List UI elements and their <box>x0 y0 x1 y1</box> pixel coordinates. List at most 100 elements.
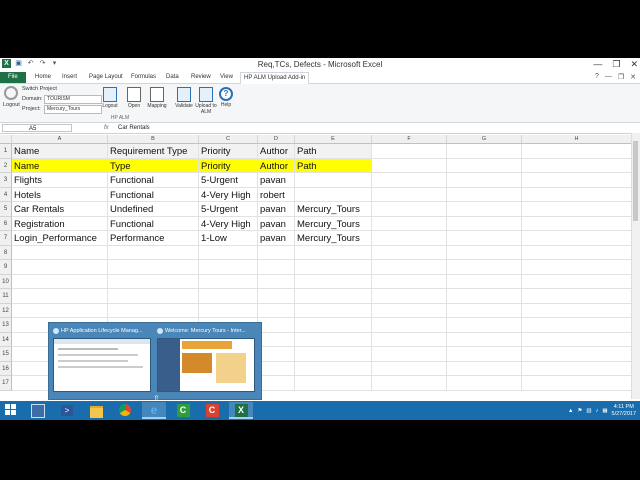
cell-f9[interactable] <box>372 260 447 275</box>
column-header-h[interactable]: H <box>522 135 632 144</box>
cell-c6[interactable]: 4-Very High <box>199 216 258 231</box>
column-header-b[interactable]: B <box>108 135 199 144</box>
cell-g12[interactable] <box>447 303 522 318</box>
cell-f4[interactable] <box>372 187 447 202</box>
row-header-1[interactable]: 1 <box>0 144 12 159</box>
cell-g14[interactable] <box>447 332 522 347</box>
cell-e4[interactable] <box>295 187 372 202</box>
cell-h4[interactable] <box>522 187 632 202</box>
minimize-button[interactable]: — <box>593 59 602 70</box>
cell-e1[interactable]: Path <box>295 144 372 159</box>
cell-h7[interactable] <box>522 231 632 246</box>
cell-f15[interactable] <box>372 347 447 362</box>
cell-d13[interactable] <box>258 318 295 333</box>
cell-e15[interactable] <box>295 347 372 362</box>
cell-d12[interactable] <box>258 303 295 318</box>
cell-b2[interactable]: Type <box>108 158 199 173</box>
row-header-2[interactable]: 2 <box>0 158 12 173</box>
cell-f2[interactable] <box>372 158 447 173</box>
vertical-scrollbar[interactable] <box>631 133 640 399</box>
cell-f8[interactable] <box>372 245 447 260</box>
cell-h9[interactable] <box>522 260 632 275</box>
row-header-7[interactable]: 7 <box>0 231 12 246</box>
cell-e9[interactable] <box>295 260 372 275</box>
row-header-15[interactable]: 15 <box>0 347 12 362</box>
cell-d17[interactable] <box>258 376 295 391</box>
cell-b8[interactable] <box>108 245 199 260</box>
tab-formulas[interactable]: Formulas <box>128 72 159 83</box>
cell-d3[interactable]: pavan <box>258 173 295 188</box>
network-icon[interactable]: ▥ <box>586 408 591 414</box>
cell-d11[interactable] <box>258 289 295 304</box>
cell-a7[interactable]: Login_Performance <box>12 231 108 246</box>
tab-data[interactable]: Data <box>163 72 182 83</box>
thumbnail-mercury-tours[interactable]: Welcome: Mercury Tours - Inter... <box>157 327 257 393</box>
cell-f6[interactable] <box>372 216 447 231</box>
tab-file[interactable]: File <box>0 72 26 83</box>
cell-a2[interactable]: Name <box>12 158 108 173</box>
cell-b9[interactable] <box>108 260 199 275</box>
cell-a1[interactable]: Name <box>12 144 108 159</box>
start-button[interactable] <box>5 404 17 416</box>
cell-d1[interactable]: Author <box>258 144 295 159</box>
cell-h10[interactable] <box>522 274 632 289</box>
cell-g11[interactable] <box>447 289 522 304</box>
row-header-9[interactable]: 9 <box>0 260 12 275</box>
row-header-11[interactable]: 11 <box>0 289 12 304</box>
cell-e6[interactable]: Mercury_Tours <box>295 216 372 231</box>
tab-insert[interactable]: Insert <box>59 72 80 83</box>
cell-c5[interactable]: 5-Urgent <box>199 202 258 217</box>
column-header-g[interactable]: G <box>447 135 522 144</box>
clock[interactable]: 4:11 PM 5/27/2017 <box>612 404 636 418</box>
cell-h3[interactable] <box>522 173 632 188</box>
project-select[interactable]: Mercury_Tours <box>44 105 102 114</box>
cell-g2[interactable] <box>447 158 522 173</box>
ribbon-minimize-icon[interactable]: — <box>605 73 612 81</box>
cell-g5[interactable] <box>447 202 522 217</box>
row-header-17[interactable]: 17 <box>0 376 12 391</box>
cell-c2[interactable]: Priority <box>199 158 258 173</box>
excel-taskbar-icon[interactable]: X <box>229 402 253 419</box>
cell-h16[interactable] <box>522 361 632 376</box>
powershell-icon[interactable]: > <box>55 402 79 419</box>
action-center-icon[interactable]: ⚑ <box>577 408 582 414</box>
cell-g3[interactable] <box>447 173 522 188</box>
cell-h17[interactable] <box>522 376 632 391</box>
tab-home[interactable]: Home <box>32 72 54 83</box>
cell-e17[interactable] <box>295 376 372 391</box>
row-header-16[interactable]: 16 <box>0 361 12 376</box>
cell-e12[interactable] <box>295 303 372 318</box>
cell-e16[interactable] <box>295 361 372 376</box>
cell-d4[interactable]: robert <box>258 187 295 202</box>
chrome-icon[interactable] <box>113 402 137 419</box>
formula-input[interactable]: Car Rentals <box>118 124 150 133</box>
cell-e7[interactable]: Mercury_Tours <box>295 231 372 246</box>
cell-b11[interactable] <box>108 289 199 304</box>
thumbnail-alm[interactable]: HP Application Lifecycle Manag... <box>53 327 153 393</box>
cell-a8[interactable] <box>12 245 108 260</box>
cell-g6[interactable] <box>447 216 522 231</box>
ribbon-close-icon[interactable]: ✕ <box>630 73 636 81</box>
cell-f3[interactable] <box>372 173 447 188</box>
help-button[interactable]: ? Help <box>216 87 236 108</box>
switch-project-button[interactable]: Switch Project <box>22 86 57 92</box>
help-icon[interactable]: ? <box>595 73 599 81</box>
close-button[interactable]: ✕ <box>630 59 638 70</box>
cell-h11[interactable] <box>522 289 632 304</box>
volume-icon[interactable]: ♪ <box>596 408 599 414</box>
tab-page-layout[interactable]: Page Layout <box>86 72 126 83</box>
cell-a10[interactable] <box>12 274 108 289</box>
cell-f16[interactable] <box>372 361 447 376</box>
camtasia-red-icon[interactable]: C <box>200 402 224 419</box>
cell-h13[interactable] <box>522 318 632 333</box>
cell-d15[interactable] <box>258 347 295 362</box>
cell-f12[interactable] <box>372 303 447 318</box>
row-header-14[interactable]: 14 <box>0 332 12 347</box>
cell-f17[interactable] <box>372 376 447 391</box>
column-header-e[interactable]: E <box>295 135 372 144</box>
cell-h12[interactable] <box>522 303 632 318</box>
cell-b5[interactable]: Undefined <box>108 202 199 217</box>
cell-e10[interactable] <box>295 274 372 289</box>
tray-arrow-icon[interactable]: ▲ <box>568 408 573 414</box>
file-explorer-icon[interactable] <box>84 402 108 419</box>
